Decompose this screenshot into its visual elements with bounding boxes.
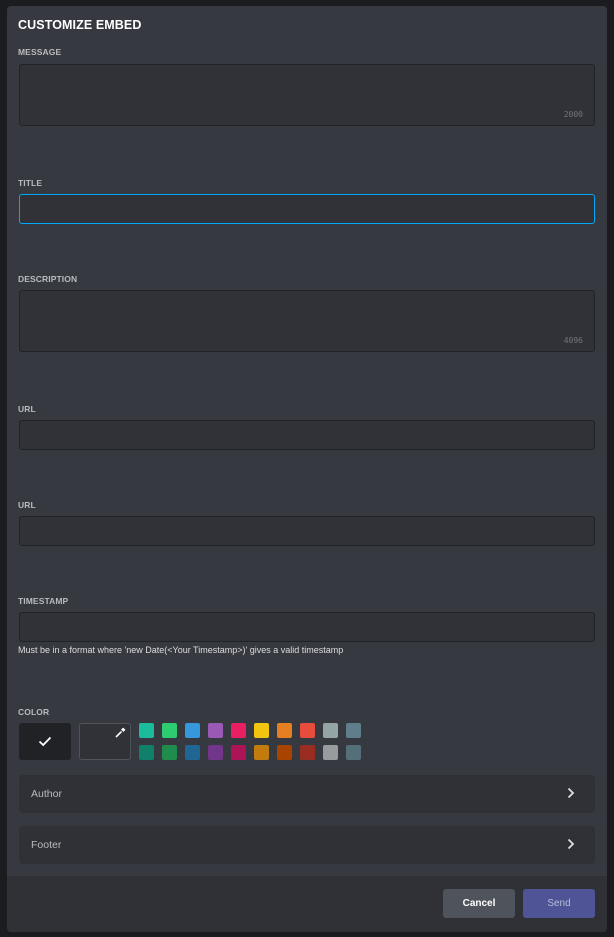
checkmark-icon	[38, 736, 52, 747]
modal-footer: Cancel Send	[7, 876, 607, 932]
timestamp-label: TIMESTAMP	[18, 596, 69, 606]
title-input[interactable]	[19, 194, 595, 224]
customize-embed-modal: CUSTOMIZE EMBED MESSAGE 2000 TITLE DESCR…	[7, 6, 607, 932]
author-section-label: Author	[31, 788, 62, 800]
url-input[interactable]	[19, 420, 595, 450]
description-char-counter: 4096	[563, 336, 583, 345]
color-swatch[interactable]	[277, 745, 292, 760]
color-label: COLOR	[18, 707, 50, 717]
url-input-2[interactable]	[19, 516, 595, 546]
description-textarea[interactable]: 4096	[19, 290, 595, 352]
modal-title: CUSTOMIZE EMBED	[18, 18, 142, 32]
message-label: MESSAGE	[18, 47, 62, 57]
color-swatch[interactable]	[323, 723, 338, 738]
color-swatch[interactable]	[346, 723, 361, 738]
title-label: TITLE	[18, 178, 43, 188]
send-button[interactable]: Send	[523, 889, 595, 918]
color-swatch[interactable]	[208, 745, 223, 760]
description-label: DESCRIPTION	[18, 274, 78, 284]
message-textarea[interactable]: 2000	[19, 64, 595, 126]
color-swatch[interactable]	[162, 745, 177, 760]
color-swatch[interactable]	[254, 723, 269, 738]
message-char-counter: 2000	[563, 110, 583, 119]
color-swatch[interactable]	[346, 745, 361, 760]
chevron-right-icon	[567, 838, 575, 850]
color-swatch[interactable]	[162, 723, 177, 738]
color-swatch[interactable]	[300, 745, 315, 760]
cancel-button[interactable]: Cancel	[443, 889, 515, 918]
eyedropper-icon	[115, 727, 126, 738]
color-swatch[interactable]	[139, 723, 154, 738]
color-swatch[interactable]	[208, 723, 223, 738]
color-swatch[interactable]	[185, 723, 200, 738]
default-color-swatch[interactable]	[19, 723, 71, 760]
color-swatch[interactable]	[323, 745, 338, 760]
footer-section[interactable]: Footer	[19, 826, 595, 864]
timestamp-hint: Must be in a format where 'new Date(<You…	[18, 645, 344, 655]
chevron-right-icon	[567, 787, 575, 799]
color-swatch[interactable]	[185, 745, 200, 760]
color-swatch[interactable]	[231, 745, 246, 760]
custom-color-picker[interactable]	[79, 723, 131, 760]
color-swatch[interactable]	[277, 723, 292, 738]
color-swatch[interactable]	[231, 723, 246, 738]
color-swatch-grid	[139, 723, 361, 760]
color-swatch[interactable]	[300, 723, 315, 738]
url-label-2: URL	[18, 500, 36, 510]
timestamp-input[interactable]	[19, 612, 595, 642]
footer-section-label: Footer	[31, 839, 62, 851]
url-label: URL	[18, 404, 36, 414]
color-swatch[interactable]	[254, 745, 269, 760]
color-swatch[interactable]	[139, 745, 154, 760]
author-section[interactable]: Author	[19, 775, 595, 813]
